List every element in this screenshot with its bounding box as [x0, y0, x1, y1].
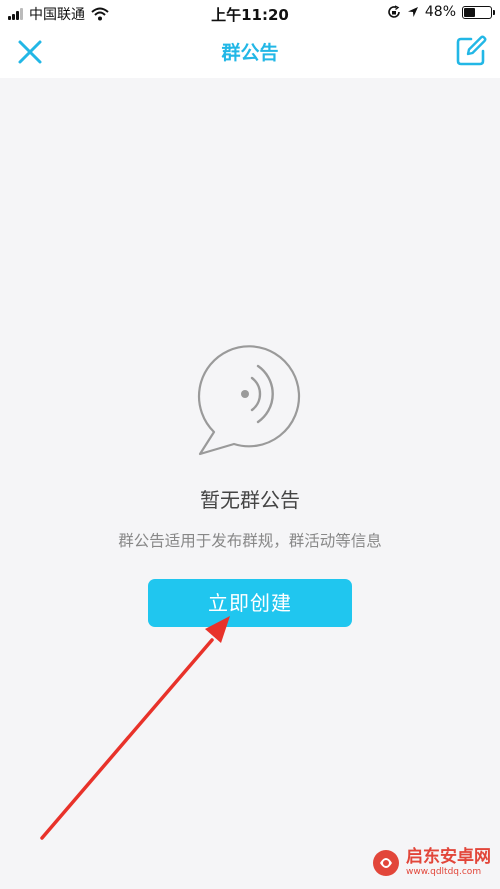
edit-icon[interactable]	[454, 34, 488, 68]
battery-percent: 48%	[424, 4, 456, 20]
battery-icon	[462, 5, 495, 19]
empty-state-description: 群公告适用于发布群规，群活动等信息	[118, 532, 382, 550]
status-bar: 中国联通 上午11:20 48%	[0, 0, 500, 26]
watermark-logo: 启东安卓网 www.qdltdq.com	[372, 847, 491, 878]
logo-icon	[373, 849, 399, 876]
page-title: 群公告	[221, 42, 279, 64]
nav-bar: 群公告	[0, 26, 500, 78]
watermark-name: 启东安卓网	[406, 847, 491, 867]
status-right: 48%	[387, 4, 495, 20]
watermark-url: www.qdltdq.com	[406, 867, 482, 877]
watermark-text: 启东安卓网 www.qdltdq.com	[406, 847, 491, 878]
empty-state-title: 暂无群公告	[200, 488, 300, 512]
create-now-button[interactable]: 立即创建	[148, 579, 352, 627]
location-arrow-icon	[407, 7, 418, 17]
lock-rotation-icon	[388, 5, 400, 18]
announcement-bubble-icon	[197, 345, 301, 456]
